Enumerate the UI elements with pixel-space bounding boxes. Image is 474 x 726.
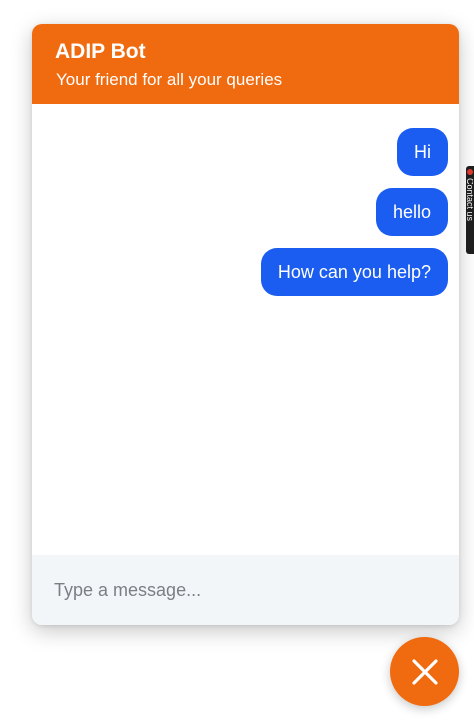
chat-title: ADIP Bot — [55, 40, 146, 63]
user-message-bubble: Hi — [397, 128, 448, 176]
message-area: Hi hello How can you help? — [32, 104, 459, 555]
chat-subtitle: Your friend for all your queries — [56, 70, 283, 89]
message-list: Hi hello How can you help? — [32, 104, 459, 296]
close-chat-button[interactable] — [390, 637, 459, 706]
notification-dot — [467, 169, 473, 175]
side-feedback-tab[interactable]: Contact us — [466, 166, 474, 254]
message-composer — [32, 555, 459, 625]
chat-window: ADIP Bot Your friend for all your querie… — [32, 24, 459, 625]
user-message-bubble: How can you help? — [260, 248, 448, 296]
user-message-bubble: hello — [375, 188, 448, 236]
close-icon — [411, 658, 438, 685]
chat-header: ADIP Bot Your friend for all your querie… — [32, 24, 459, 104]
message-input[interactable] — [32, 555, 459, 625]
page: Contact us ADIP Bot Your friend for all … — [0, 0, 474, 726]
side-tab-label: Contact us — [467, 178, 473, 222]
